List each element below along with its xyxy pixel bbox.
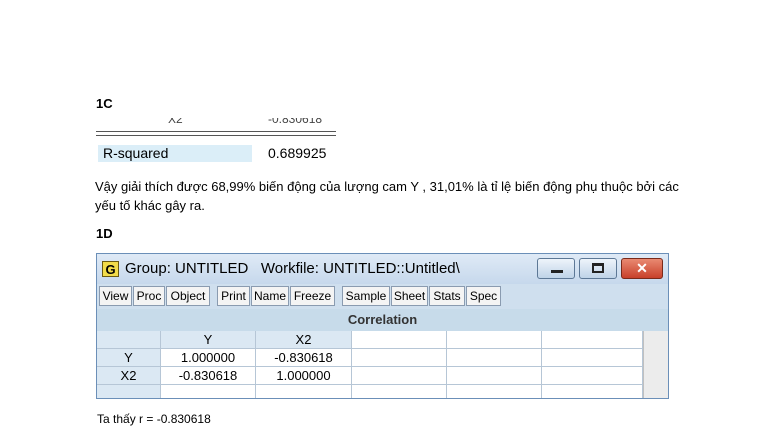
proc-button[interactable]: Proc [133,286,165,306]
empty-cell[interactable] [161,385,256,398]
view-button[interactable]: View [99,286,132,306]
empty-cell[interactable] [542,349,643,367]
maximize-button[interactable] [579,258,617,279]
table-cell[interactable]: 1.000000 [161,349,256,367]
table-cell[interactable]: 1.000000 [256,367,352,385]
window-title: Group: UNTITLED Workfile: UNTITLED::Unti… [125,260,460,277]
column-header-y[interactable]: Y [161,331,256,349]
double-rule-top [96,131,336,132]
explanation-text: Vậy giải thích được 68,99% biến động của… [95,179,679,213]
minimize-icon [551,270,563,273]
section-1c-heading: 1C [96,96,113,111]
object-button[interactable]: Object [166,286,210,306]
empty-cell[interactable] [352,331,447,349]
empty-cell[interactable] [447,331,542,349]
regression-snippet: X2 -0.830618 R-squared 0.689925 [96,118,336,166]
empty-cell[interactable] [542,331,643,349]
empty-cell[interactable] [352,349,447,367]
empty-cell[interactable] [352,385,447,398]
empty-cell[interactable] [256,385,352,398]
maximize-icon [592,263,604,273]
double-rule-bottom [96,135,336,136]
empty-cell[interactable] [542,367,643,385]
print-button[interactable]: Print [217,286,250,306]
empty-cell[interactable] [352,367,447,385]
stats-button[interactable]: Stats [429,286,465,306]
table-cell[interactable]: -0.830618 [161,367,256,385]
r-squared-label: R-squared [98,145,252,162]
cut-off-value: -0.830618 [268,118,323,126]
column-header-x2[interactable]: X2 [256,331,352,349]
empty-cell[interactable] [447,385,542,398]
table-cell[interactable]: -0.830618 [256,349,352,367]
r-squared-value: 0.689925 [268,145,327,161]
table-title: Correlation [97,309,668,331]
window-toolbar: View Proc Object Print Name Freeze Sampl… [99,286,666,308]
eviews-group-window: G Group: UNTITLED Workfile: UNTITLED::Un… [96,253,669,399]
corner-cell[interactable] [97,331,161,349]
conclusion-text: Ta thấy r = -0.830618 [97,412,211,426]
name-button[interactable]: Name [251,286,289,306]
row-header-y[interactable]: Y [97,349,161,367]
cut-off-row: X2 -0.830618 [96,118,336,126]
correlation-grid: Correlation Y X2 Y 1.000000 -0.830618 X2… [97,309,668,398]
spec-button[interactable]: Spec [466,286,501,306]
sheet-button[interactable]: Sheet [391,286,428,306]
empty-cell[interactable] [447,367,542,385]
vertical-scrollbar[interactable] [643,331,668,398]
group-icon: G [102,261,119,277]
cut-off-label: X2 [168,118,183,126]
row-header-x2[interactable]: X2 [97,367,161,385]
close-button[interactable]: ✕ [621,258,663,279]
freeze-button[interactable]: Freeze [290,286,335,306]
sample-button[interactable]: Sample [342,286,390,306]
empty-cell[interactable] [542,385,643,398]
close-icon: ✕ [636,260,648,276]
row-header-empty[interactable] [97,385,161,398]
empty-cell[interactable] [447,349,542,367]
window-titlebar[interactable]: G Group: UNTITLED Workfile: UNTITLED::Un… [97,254,668,284]
section-1d-heading: 1D [96,226,113,241]
minimize-button[interactable] [537,258,575,279]
